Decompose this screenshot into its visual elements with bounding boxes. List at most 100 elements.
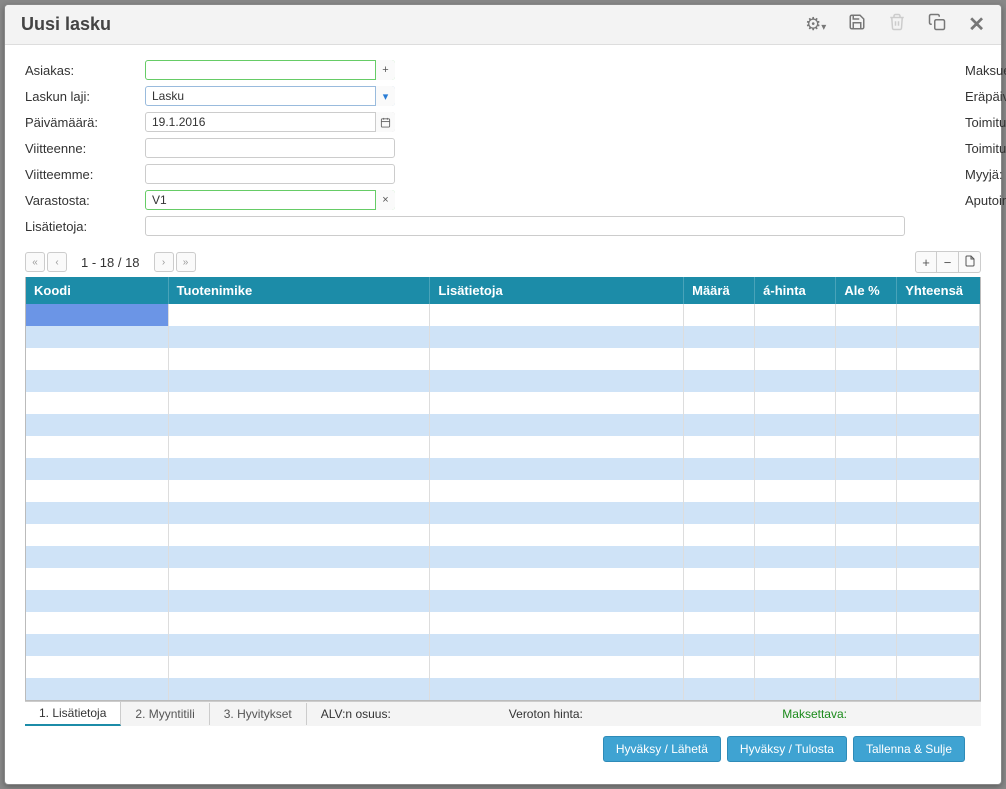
cell[interactable] [168, 612, 430, 634]
header-nimi[interactable]: Tuotenimike [168, 277, 430, 304]
table-row[interactable] [26, 656, 980, 678]
cell[interactable] [835, 502, 896, 524]
cell[interactable] [168, 546, 430, 568]
cell[interactable] [754, 480, 835, 502]
cell[interactable] [896, 524, 979, 546]
cell[interactable] [168, 568, 430, 590]
lisa-input[interactable] [145, 216, 905, 236]
close-icon[interactable]: ✕ [964, 10, 989, 39]
cell[interactable] [430, 326, 684, 348]
cell[interactable] [896, 326, 979, 348]
cell[interactable] [168, 458, 430, 480]
grid-new-button[interactable] [959, 251, 981, 273]
cell[interactable] [835, 414, 896, 436]
cell[interactable] [430, 590, 684, 612]
cell[interactable] [683, 304, 754, 326]
cell[interactable] [835, 634, 896, 656]
cell[interactable] [754, 370, 835, 392]
cell[interactable] [683, 524, 754, 546]
cell[interactable] [430, 436, 684, 458]
varasto-input[interactable] [145, 190, 395, 210]
cell[interactable] [26, 612, 168, 634]
header-ale[interactable]: Ale % [836, 277, 897, 304]
cell[interactable] [835, 326, 896, 348]
cell[interactable] [430, 392, 684, 414]
cell[interactable] [430, 458, 684, 480]
laji-select[interactable] [145, 86, 395, 106]
table-row[interactable] [26, 678, 980, 700]
cell[interactable] [754, 392, 835, 414]
cell[interactable] [835, 392, 896, 414]
cell[interactable] [26, 678, 168, 700]
cell[interactable] [896, 458, 979, 480]
cell[interactable] [26, 414, 168, 436]
cell[interactable] [835, 568, 896, 590]
approve-print-button[interactable]: Hyväksy / Tulosta [727, 736, 847, 762]
cell[interactable] [168, 656, 430, 678]
cell[interactable] [430, 612, 684, 634]
grid-remove-button[interactable]: − [937, 251, 959, 273]
cell[interactable] [26, 568, 168, 590]
cell[interactable] [683, 458, 754, 480]
grid-last-button[interactable]: » [176, 252, 196, 272]
cell[interactable] [896, 436, 979, 458]
cell[interactable] [896, 656, 979, 678]
cell[interactable] [26, 502, 168, 524]
cell[interactable] [896, 568, 979, 590]
cell[interactable] [896, 348, 979, 370]
table-row[interactable] [26, 392, 980, 414]
table-row[interactable] [26, 634, 980, 656]
tab-myyntitili[interactable]: 2. Myyntitili [121, 703, 209, 725]
cell[interactable] [683, 370, 754, 392]
cell[interactable] [168, 524, 430, 546]
cell[interactable] [430, 414, 684, 436]
tab-lisatietoja[interactable]: 1. Lisätietoja [25, 702, 121, 726]
cell[interactable] [168, 634, 430, 656]
cell[interactable] [754, 634, 835, 656]
cell[interactable] [430, 304, 684, 326]
cell[interactable] [430, 480, 684, 502]
cell[interactable] [26, 458, 168, 480]
grid-add-button[interactable]: + [915, 251, 937, 273]
laji-dropdown-icon[interactable]: ▾ [375, 86, 395, 106]
cell[interactable] [26, 546, 168, 568]
cell[interactable] [896, 590, 979, 612]
cell[interactable] [26, 436, 168, 458]
save-close-button[interactable]: Tallenna & Sulje [853, 736, 965, 762]
cell[interactable] [835, 304, 896, 326]
table-row[interactable] [26, 546, 980, 568]
cell[interactable] [430, 524, 684, 546]
table-row[interactable] [26, 348, 980, 370]
cell[interactable] [835, 480, 896, 502]
cell[interactable] [168, 392, 430, 414]
table-row[interactable] [26, 524, 980, 546]
cell[interactable] [430, 678, 684, 700]
tab-hyvitykset[interactable]: 3. Hyvitykset [210, 703, 307, 725]
cell[interactable] [430, 656, 684, 678]
cell[interactable] [26, 370, 168, 392]
table-row[interactable] [26, 480, 980, 502]
table-row[interactable] [26, 568, 980, 590]
cell[interactable] [26, 304, 168, 326]
cell[interactable] [896, 678, 979, 700]
cell[interactable] [754, 304, 835, 326]
cell[interactable] [26, 326, 168, 348]
cell[interactable] [754, 656, 835, 678]
cell[interactable] [683, 326, 754, 348]
cell[interactable] [683, 546, 754, 568]
cell[interactable] [168, 436, 430, 458]
cell[interactable] [683, 502, 754, 524]
cell[interactable] [430, 348, 684, 370]
cell[interactable] [168, 678, 430, 700]
cell[interactable] [754, 524, 835, 546]
cell[interactable] [683, 414, 754, 436]
copy-icon[interactable] [924, 11, 950, 38]
table-row[interactable] [26, 436, 980, 458]
cell[interactable] [754, 590, 835, 612]
cell[interactable] [683, 612, 754, 634]
cell[interactable] [754, 326, 835, 348]
cell[interactable] [26, 480, 168, 502]
cell[interactable] [683, 678, 754, 700]
table-row[interactable] [26, 502, 980, 524]
varasto-clear-icon[interactable]: × [375, 190, 395, 210]
